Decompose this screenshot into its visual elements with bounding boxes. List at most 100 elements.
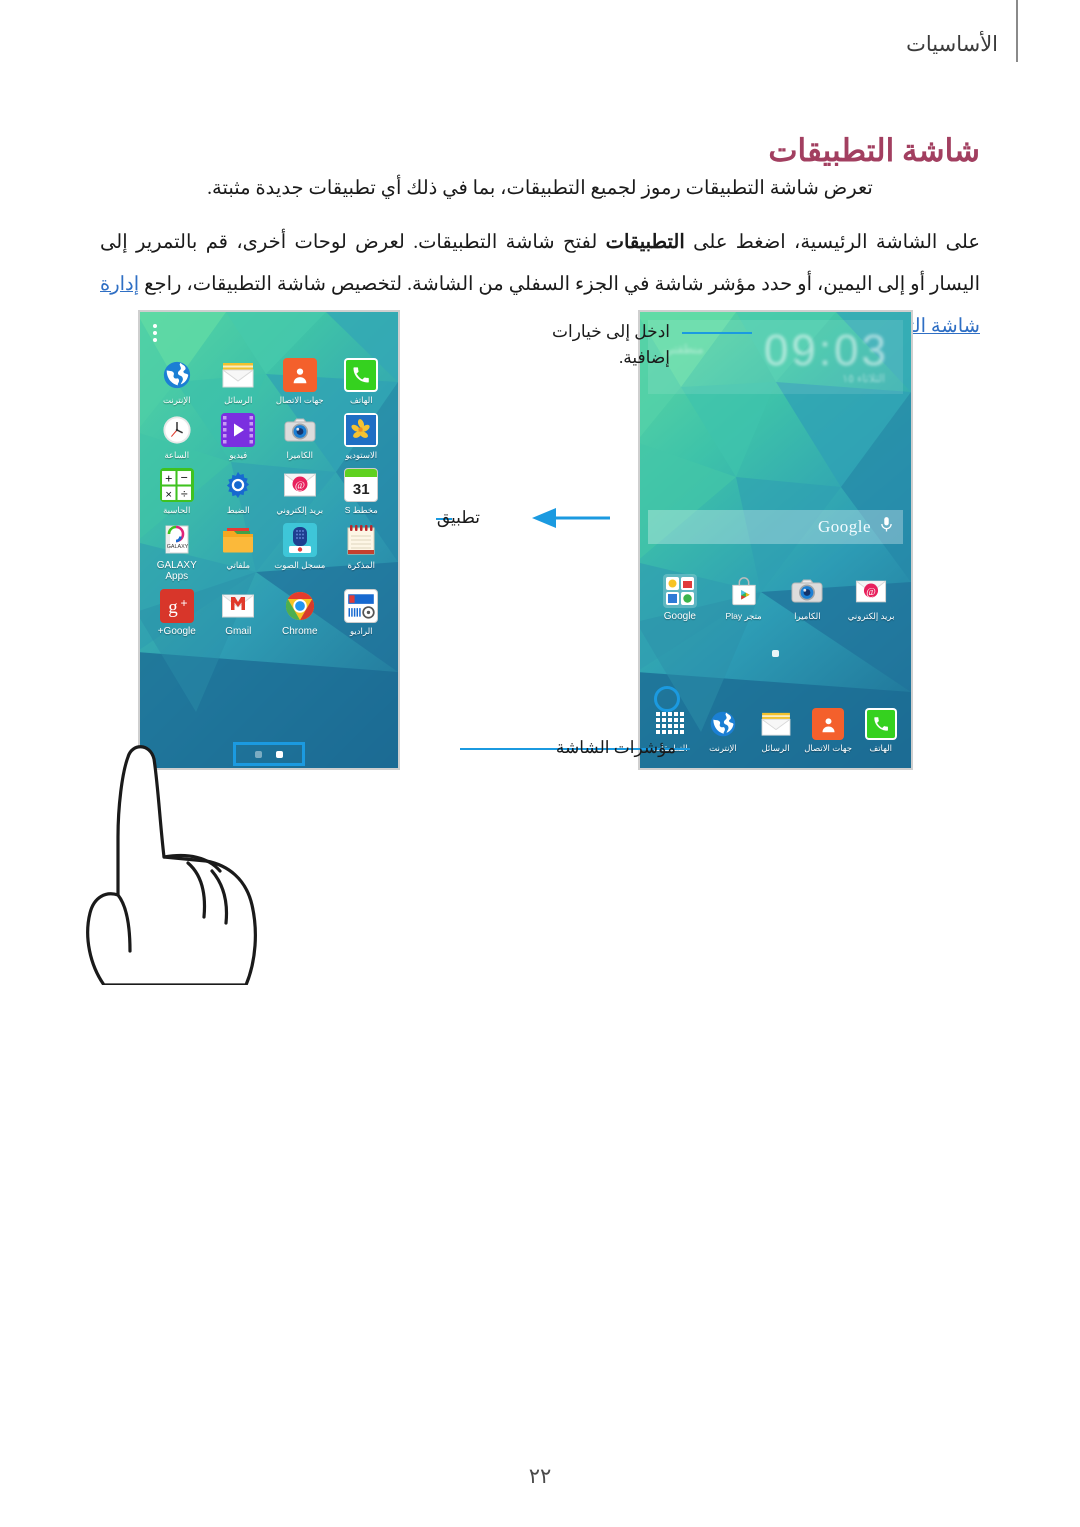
app-label: جهات الاتصال <box>804 743 853 753</box>
calculator-icon: + − × ÷ <box>159 468 194 502</box>
app-item-clock[interactable]: الساعة <box>146 413 208 461</box>
google-search-label: Google <box>817 517 871 536</box>
app-item-google-plus[interactable]: g + Google+ <box>146 589 208 637</box>
app-item-messages[interactable]: الرسائل <box>208 358 270 406</box>
page-number: ٢٢ <box>528 1464 552 1488</box>
home-item-email[interactable]: @ بريد إلكتروني <box>839 574 903 622</box>
callout-screen-indicators: مؤشرات الشاشة <box>486 735 688 761</box>
svg-text:@: @ <box>866 586 876 597</box>
callout-arrow-application <box>532 505 610 531</box>
microphone-icon[interactable] <box>880 516 893 538</box>
svg-text:g: g <box>168 597 178 618</box>
phone-icon <box>864 708 897 740</box>
app-label: ملفاتي <box>226 560 251 570</box>
page-header: الأساسيات <box>0 0 1080 90</box>
app-item-voice-recorder[interactable]: مسجل الصوت <box>269 523 331 582</box>
google-search-bar[interactable]: Google <box>648 510 903 544</box>
app-label: الرسائل <box>224 395 253 405</box>
app-item-contacts[interactable]: جهات الاتصال <box>269 358 331 406</box>
camera-icon <box>283 413 317 447</box>
app-item-radio[interactable]: الراديو <box>331 589 393 637</box>
dock-item-contacts[interactable]: جهات الاتصال <box>802 708 855 754</box>
app-label: الراديو <box>349 626 373 636</box>
app-item-internet[interactable]: الإنترنت <box>146 358 208 406</box>
callout-line-more-options <box>682 332 752 334</box>
app-item-camera[interactable]: الكاميرا <box>269 413 331 461</box>
app-item-calculator[interactable]: + − × ÷ الحاسبة <box>146 468 208 516</box>
app-label: الكاميرا <box>794 611 821 621</box>
paragraph-intro: تعرض شاشة التطبيقات رموز لجميع التطبيقات… <box>207 178 873 199</box>
radio-icon <box>344 589 379 623</box>
app-item-settings[interactable]: الضبط <box>208 468 270 516</box>
gmail-icon <box>221 589 255 623</box>
para2-text-a: على الشاشة الرئيسية، اضغط على <box>684 232 981 253</box>
app-item-myfiles[interactable]: ملفاتي <box>208 523 270 582</box>
app-label: الضبط <box>226 505 250 515</box>
app-label: Google+ <box>157 626 196 637</box>
clock-time: 09:03 <box>763 326 889 375</box>
app-label: مسجل الصوت <box>274 560 326 570</box>
svg-text:÷: ÷ <box>181 486 188 500</box>
callout-screen-indicators-label: مؤشرات الشاشة <box>555 738 676 757</box>
video-icon <box>221 413 256 447</box>
home-item-google-folder[interactable]: Google <box>648 574 712 622</box>
app-item-phone[interactable]: الهاتف <box>331 358 393 406</box>
app-label: الحاسبة <box>163 505 191 515</box>
app-item-galaxy-apps[interactable]: GALAXY GALAXY Apps <box>146 523 208 582</box>
app-item-gallery[interactable]: الاستوديو <box>331 413 393 461</box>
app-label: الرسائل <box>761 743 790 753</box>
clock-icon <box>160 413 194 447</box>
apps-button-term: التطبيقات <box>605 232 685 253</box>
email-icon: @ <box>854 574 888 608</box>
header-divider-rule <box>1016 0 1018 62</box>
svg-text:GALAXY: GALAXY <box>166 544 188 550</box>
internet-icon <box>160 358 194 392</box>
app-item-memo[interactable]: المذكرة <box>331 523 393 582</box>
home-page-indicator[interactable] <box>640 650 911 657</box>
camera-icon <box>790 574 824 608</box>
hand-illustration <box>86 745 257 985</box>
app-label: بريد إلكتروني <box>847 611 895 621</box>
more-options-icon[interactable] <box>152 324 158 342</box>
svg-text:+: + <box>180 596 187 610</box>
settings-gear-icon <box>221 468 255 502</box>
app-item-video[interactable]: فيديو <box>208 413 270 461</box>
app-label: جهات الاتصال <box>275 395 324 405</box>
svg-text:−: − <box>181 470 188 484</box>
app-label: Google <box>663 611 696 622</box>
page-dot-active[interactable] <box>772 650 779 657</box>
callout-application: تطبيق <box>360 505 480 531</box>
dot <box>153 324 157 328</box>
svg-text:+: + <box>165 471 172 485</box>
app-item-email[interactable]: @ بريد إلكتروني <box>269 468 331 516</box>
dock-item-phone[interactable]: الهاتف <box>854 708 907 754</box>
folder-icon <box>221 523 255 557</box>
app-item-gmail[interactable]: Gmail <box>208 589 270 637</box>
callout-application-label: تطبيق <box>436 508 480 527</box>
internet-icon <box>707 708 739 740</box>
calendar-date-badge: 31 <box>352 480 370 498</box>
dock-item-internet[interactable]: الإنترنت <box>697 708 750 754</box>
galaxy-apps-icon: GALAXY <box>160 523 194 557</box>
dock-item-messages[interactable]: الرسائل <box>749 708 802 754</box>
app-item-chrome[interactable]: Chrome <box>269 589 331 637</box>
app-label: الهاتف <box>349 395 373 405</box>
app-label: الكاميرا <box>286 450 313 460</box>
app-label: المذكرة <box>347 560 376 570</box>
section-label: الأساسيات <box>906 32 998 56</box>
callout-more-options-label: ادخل إلى خيارات إضافية. <box>551 322 670 367</box>
app-grid: الهاتف جهات الاتصال الرسائل الإنترنت الا… <box>140 358 398 637</box>
app-label: الهاتف <box>869 743 893 753</box>
dot <box>153 331 157 335</box>
messages-icon <box>760 708 792 740</box>
home-item-play-store[interactable]: متجر Play <box>712 574 776 622</box>
app-label: الإنترنت <box>709 743 737 753</box>
svg-text:×: × <box>166 488 173 500</box>
home-apps-row: @ بريد إلكتروني الكاميرا متجر Play Googl… <box>640 574 911 622</box>
app-label: متجر Play <box>725 611 762 621</box>
home-item-camera[interactable]: الكاميرا <box>776 574 840 622</box>
callout-more-options: ادخل إلى خيارات إضافية. <box>490 319 670 371</box>
app-label: الساعة <box>164 450 190 460</box>
calendar-icon: 31 <box>344 468 379 502</box>
play-store-icon <box>727 574 761 608</box>
